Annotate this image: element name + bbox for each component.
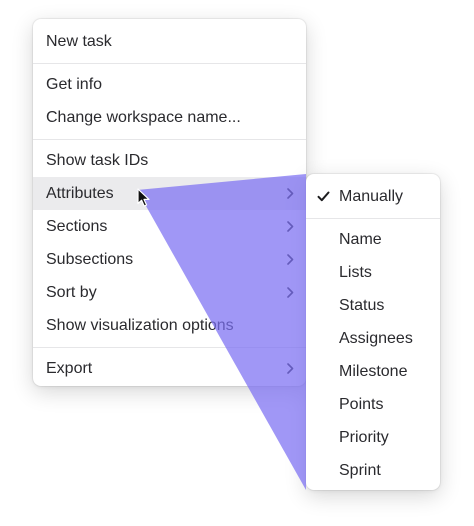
menu-item-label: Lists bbox=[339, 264, 372, 281]
menu-item-label: Subsections bbox=[46, 251, 134, 268]
attributes-submenu: Manually Name Lists Status Assignees Mil… bbox=[306, 174, 440, 490]
menu-item-change-workspace-name[interactable]: Change workspace name... bbox=[33, 101, 306, 134]
menu-divider bbox=[33, 63, 306, 64]
submenu-item-name[interactable]: Name bbox=[306, 223, 440, 256]
menu-divider bbox=[33, 139, 306, 140]
submenu-item-status[interactable]: Status bbox=[306, 289, 440, 322]
menu-item-sort-by[interactable]: Sort by bbox=[33, 276, 306, 309]
submenu-item-points[interactable]: Points bbox=[306, 388, 440, 421]
checkmark-icon bbox=[316, 180, 330, 213]
submenu-item-lists[interactable]: Lists bbox=[306, 256, 440, 289]
submenu-item-priority[interactable]: Priority bbox=[306, 421, 440, 454]
menu-item-label: Assignees bbox=[339, 330, 413, 347]
menu-item-attributes[interactable]: Attributes bbox=[33, 177, 306, 210]
chevron-right-icon bbox=[285, 210, 295, 243]
menu-item-label: Show visualization options bbox=[46, 317, 234, 334]
menu-item-label: Status bbox=[339, 297, 385, 314]
menu-item-new-task[interactable]: New task bbox=[33, 25, 306, 58]
menu-item-label: Get info bbox=[46, 76, 103, 93]
menu-item-label: Export bbox=[46, 360, 93, 377]
menu-item-label: Show task IDs bbox=[46, 152, 149, 169]
context-menu: New task Get info Change workspace name.… bbox=[33, 19, 306, 386]
menu-item-label: Manually bbox=[339, 188, 404, 205]
menu-item-label: Attributes bbox=[46, 185, 114, 202]
submenu-item-assignees[interactable]: Assignees bbox=[306, 322, 440, 355]
submenu-item-manually[interactable]: Manually bbox=[306, 180, 440, 213]
menu-item-label: Sprint bbox=[339, 462, 381, 479]
submenu-item-milestone[interactable]: Milestone bbox=[306, 355, 440, 388]
menu-item-show-task-ids[interactable]: Show task IDs bbox=[33, 144, 306, 177]
menu-item-get-info[interactable]: Get info bbox=[33, 68, 306, 101]
menu-item-label: Priority bbox=[339, 429, 389, 446]
menu-item-sections[interactable]: Sections bbox=[33, 210, 306, 243]
menu-item-label: Sections bbox=[46, 218, 108, 235]
chevron-right-icon bbox=[285, 243, 295, 276]
chevron-right-icon bbox=[285, 276, 295, 309]
menu-item-label: Name bbox=[339, 231, 382, 248]
menu-item-label: New task bbox=[46, 33, 112, 50]
menu-item-label: Change workspace name... bbox=[46, 109, 241, 126]
menu-item-label: Points bbox=[339, 396, 384, 413]
menu-divider bbox=[33, 347, 306, 348]
menu-item-label: Milestone bbox=[339, 363, 408, 380]
chevron-right-icon bbox=[285, 352, 295, 385]
menu-item-label: Sort by bbox=[46, 284, 97, 301]
menu-item-show-visualization-options[interactable]: Show visualization options bbox=[33, 309, 306, 342]
submenu-item-sprint[interactable]: Sprint bbox=[306, 454, 440, 487]
chevron-right-icon bbox=[285, 177, 295, 210]
menu-item-subsections[interactable]: Subsections bbox=[33, 243, 306, 276]
menu-divider bbox=[306, 218, 440, 219]
menu-item-export[interactable]: Export bbox=[33, 352, 306, 385]
